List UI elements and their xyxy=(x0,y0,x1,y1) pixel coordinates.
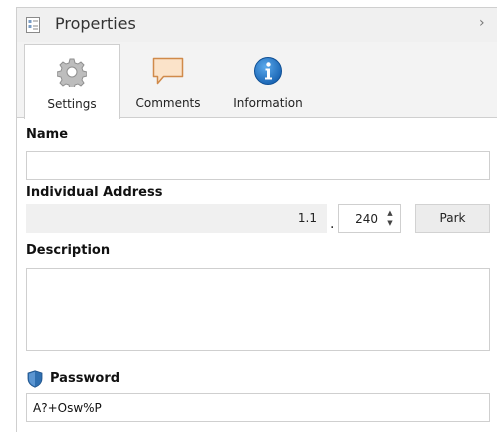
panel-titlebar: Properties › xyxy=(17,8,497,42)
address-prefix-field: 1.1 xyxy=(26,204,327,233)
chevron-right-icon[interactable]: › xyxy=(479,16,489,30)
device-number-value: 240 xyxy=(355,212,378,226)
address-separator: . xyxy=(330,216,335,232)
info-icon xyxy=(253,56,283,89)
description-label: Description xyxy=(26,243,111,258)
properties-icon xyxy=(26,17,40,33)
spin-up-icon[interactable]: ▲ xyxy=(385,208,395,218)
tab-settings[interactable]: Settings xyxy=(24,44,120,119)
password-input[interactable] xyxy=(26,393,490,422)
speech-bubble-icon xyxy=(152,56,184,89)
individual-address-label: Individual Address xyxy=(26,185,163,200)
shield-icon xyxy=(27,370,43,388)
panel-title: Properties xyxy=(55,14,136,33)
tab-comments-label: Comments xyxy=(135,96,201,110)
name-input[interactable] xyxy=(26,151,490,180)
address-prefix-value: 1.1 xyxy=(297,211,317,225)
tab-strip: Settings Comments Information xyxy=(17,42,497,119)
settings-content: Name Individual Address 1.1 . 240 ▲ ▼ Pa… xyxy=(17,117,497,433)
device-number-stepper[interactable]: 240 ▲ ▼ xyxy=(338,204,401,233)
tab-settings-label: Settings xyxy=(47,97,97,111)
tab-information[interactable]: Information xyxy=(216,44,320,118)
description-textarea[interactable] xyxy=(26,268,490,351)
properties-panel: Properties › Settings Comments Informati… xyxy=(16,7,497,433)
park-button[interactable]: Park xyxy=(415,204,490,233)
tab-comments[interactable]: Comments xyxy=(120,44,216,118)
password-label: Password xyxy=(50,371,121,386)
spin-down-icon[interactable]: ▼ xyxy=(385,218,395,228)
gear-icon xyxy=(56,57,88,90)
name-label: Name xyxy=(26,127,69,142)
tab-information-label: Information xyxy=(233,96,303,110)
